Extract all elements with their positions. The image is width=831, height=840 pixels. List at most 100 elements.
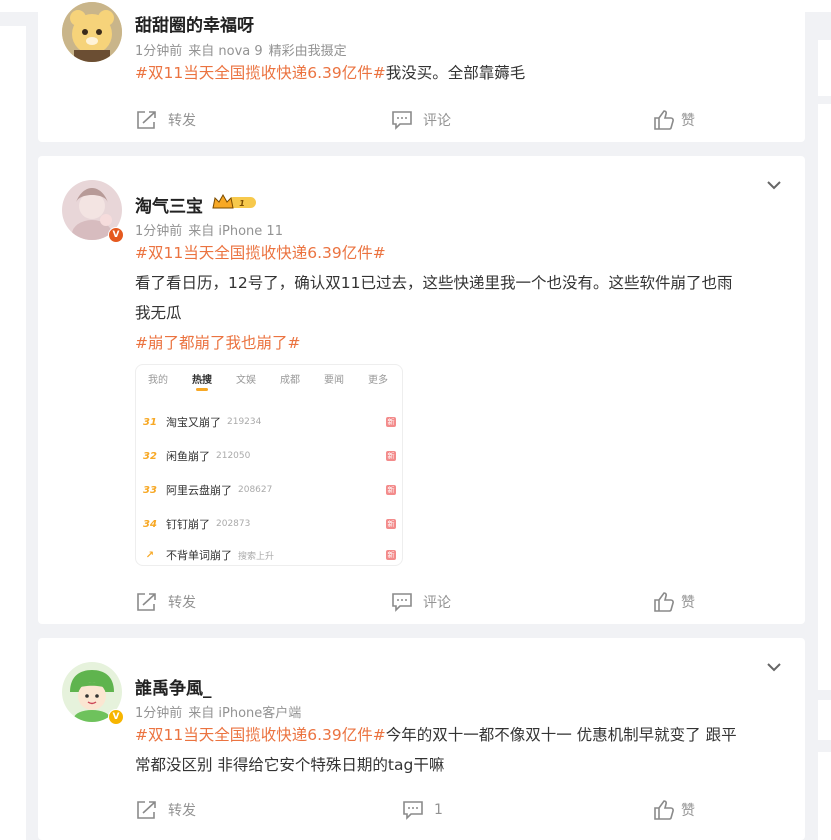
comment-label: 评论 (423, 113, 451, 129)
svg-text:1: 1 (239, 199, 245, 208)
like-button[interactable]: 赞 (653, 798, 695, 822)
image-tab: 要闻 (324, 374, 344, 386)
action-bar: 转发 评论 赞 (38, 108, 805, 138)
post-time[interactable]: 1分钟前 (135, 706, 182, 721)
image-row-badge: 新 (386, 485, 396, 495)
right-panel (818, 40, 831, 96)
image-rank: ↗ (145, 549, 155, 561)
right-panel (818, 104, 831, 690)
image-row-badge: 新 (386, 519, 396, 529)
post-body-line: 看了看日历，12号了，确认双11已过去，这些快递里我一个也没有。这些软件崩了也雨 (135, 274, 733, 292)
post-time[interactable]: 1分钟前 (135, 224, 182, 239)
post-image[interactable]: 我的 热搜 文娱 成都 要闻 更多 31 淘宝又崩了 219234 新 32 闲… (135, 364, 403, 566)
post-time[interactable]: 1分钟前 (135, 44, 182, 59)
image-row-badge: 新 (386, 550, 396, 560)
image-row-count: 202873 (216, 519, 251, 529)
image-tab: 文娱 (236, 374, 256, 386)
comment-icon (392, 593, 412, 612)
post-meta: 1分钟前 来自 iPhone 11 (135, 220, 289, 239)
image-row-count: 208627 (238, 485, 273, 495)
repost-label: 转发 (168, 595, 196, 611)
post-body: 我没买。全部靠薅毛 (385, 64, 526, 82)
image-row-title: 淘宝又崩了 (166, 416, 221, 429)
image-rank: 31 (143, 416, 157, 428)
image-row-badge: 新 (386, 451, 396, 461)
repost-label: 转发 (168, 803, 196, 819)
comment-button[interactable]: 评论 (391, 108, 451, 132)
image-rank: 33 (143, 484, 157, 496)
share-icon (137, 111, 156, 129)
image-row-count: 212050 (216, 451, 251, 461)
chevron-down-icon[interactable] (765, 176, 783, 194)
like-label: 赞 (681, 595, 695, 611)
share-icon (137, 801, 156, 819)
share-icon (137, 593, 156, 611)
action-bar: 转发 评论 赞 (38, 590, 805, 620)
verified-badge: V (108, 709, 124, 725)
image-list-row: 34 钉钉崩了 202873 新 (136, 507, 402, 541)
comment-label: 评论 (423, 595, 451, 611)
post-source: 来自 iPhone客户端 (188, 706, 302, 721)
image-row-title: 阿里云盘崩了 (166, 484, 232, 497)
author-name[interactable]: 誰禹争風_ (135, 674, 212, 699)
feed-card: V 誰禹争風_ 1分钟前 来自 iPhone客户端 #双11当天全国揽收快递6.3… (38, 638, 805, 840)
comment-icon (403, 801, 423, 820)
avatar[interactable] (62, 2, 122, 62)
topic-link[interactable]: #双11当天全国揽收快递6.39亿件# (135, 244, 386, 262)
image-row-badge: 新 (386, 417, 396, 427)
author-name[interactable]: 甜甜圈的幸福呀 (135, 11, 254, 36)
repost-button[interactable]: 转发 (136, 590, 196, 614)
feed-card: 甜甜圈的幸福呀 1分钟前 来自 nova 9 精彩由我摄定 #双11当天全国揽收快递… (38, 0, 805, 142)
image-row-title: 钉钉崩了 (166, 518, 210, 531)
topic-link[interactable]: #双11当天全国揽收快递6.39亿件# (135, 726, 386, 744)
feed-card: V 淘气三宝 1 1分钟前 来自 iPhone 11 #双11当天全国揽收快递6.… (38, 156, 805, 624)
image-row-title: 不背单词崩了 (166, 549, 232, 562)
post-body-line: 常都没区别 非得给它安个特殊日期的tag干嘛 (135, 756, 445, 774)
post-meta: 1分钟前 来自 iPhone客户端 (135, 702, 307, 721)
image-rank: 34 (143, 518, 157, 530)
crown-icon: 1 (212, 193, 258, 215)
comment-button[interactable]: 评论 (391, 590, 451, 614)
author-name[interactable]: 淘气三宝 (135, 192, 203, 217)
image-tab-bar: 我的 热搜 文娱 成都 要闻 更多 (136, 365, 402, 391)
image-tab-active: 热搜 (180, 371, 224, 391)
image-list-row: 33 阿里云盘崩了 208627 新 (136, 473, 402, 507)
image-row-count: 219234 (227, 417, 262, 427)
post-source-extra: 精彩由我摄定 (268, 44, 347, 59)
image-tab: 我的 (148, 374, 168, 386)
vip-badge: V (108, 227, 124, 243)
image-list-row: ↗ 不背单词崩了 搜索上升 新 (136, 538, 402, 565)
right-panel (818, 700, 831, 740)
action-bar: 转发 1 赞 (38, 798, 805, 828)
comment-button[interactable]: 1 (402, 798, 443, 822)
thumbs-up-icon (654, 800, 674, 820)
image-row-title: 闲鱼崩了 (166, 450, 210, 463)
repost-button[interactable]: 转发 (136, 108, 196, 132)
image-row-count: 搜索上升 (238, 551, 275, 562)
repost-label: 转发 (168, 113, 196, 129)
image-list-row: 31 淘宝又崩了 219234 新 (136, 405, 402, 439)
like-label: 赞 (681, 113, 695, 129)
comment-icon (392, 111, 412, 130)
post-text: #双11当天全国揽收快递6.39亿件# 看了看日历，12号了，确认双11已过去，… (135, 238, 785, 358)
repost-button[interactable]: 转发 (136, 798, 196, 822)
like-label: 赞 (681, 803, 695, 819)
post-body-line: 我无瓜 (135, 304, 182, 322)
like-button[interactable]: 赞 (653, 108, 695, 132)
image-tab: 成都 (280, 374, 300, 386)
post-text: #双11当天全国揽收快递6.39亿件#我没买。全部靠薅毛 (135, 58, 785, 88)
post-source: 来自 iPhone 11 (188, 224, 283, 239)
comment-count: 1 (434, 802, 443, 818)
topic-link[interactable]: #崩了都崩了我也崩了# (135, 334, 300, 352)
post-body-line: 今年的双十一都不像双十一 优惠机制早就变了 跟平 (385, 726, 737, 744)
post-meta: 1分钟前 来自 nova 9 精彩由我摄定 (135, 40, 353, 59)
image-list-row: 32 闲鱼崩了 212050 新 (136, 439, 402, 473)
left-panel (0, 26, 26, 840)
thumbs-up-icon (654, 110, 674, 130)
image-tab: 更多 (368, 374, 388, 386)
thumbs-up-icon (654, 592, 674, 612)
topic-link[interactable]: #双11当天全国揽收快递6.39亿件# (135, 64, 386, 82)
chevron-down-icon[interactable] (765, 658, 783, 676)
like-button[interactable]: 赞 (653, 590, 695, 614)
post-source: 来自 nova 9 (188, 44, 263, 59)
